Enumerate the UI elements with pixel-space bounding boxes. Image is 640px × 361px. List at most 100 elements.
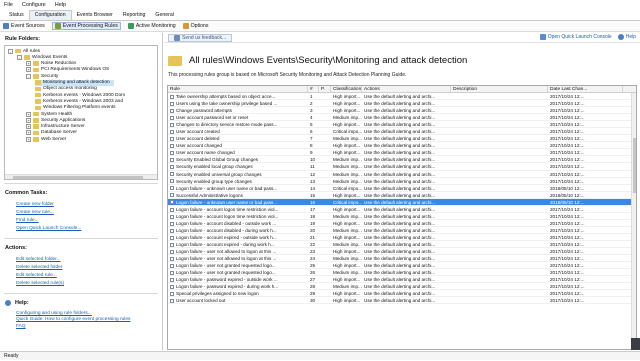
expand-icon[interactable]: + — [26, 130, 31, 136]
table-row[interactable]: Logon failure - password expired - durin… — [168, 283, 636, 291]
table-row[interactable]: Changes to directory service restore mod… — [168, 121, 636, 129]
column-header[interactable]: # — [308, 86, 319, 92]
rule-checkbox[interactable] — [170, 221, 174, 226]
find-rule-link[interactable]: Find rule... — [0, 216, 162, 224]
tab-configuration[interactable]: Configuration — [28, 10, 72, 20]
table-row[interactable]: Logon failure - password expired - outsi… — [168, 276, 636, 284]
table-row[interactable]: User account password set or reset 4 Mediu… — [168, 114, 636, 122]
rule-checkbox[interactable] — [170, 249, 174, 254]
tree-node[interactable]: + Web Server — [26, 136, 66, 142]
table-row[interactable]: Logon failure - account logon time restr… — [168, 206, 636, 213]
expand-icon[interactable]: + — [26, 61, 31, 67]
table-row[interactable]: Logon failure - account expired - during… — [168, 241, 636, 249]
rule-checkbox[interactable] — [170, 214, 174, 219]
tree-node[interactable]: + Noise Reduction — [26, 61, 76, 67]
create-rule-link[interactable]: Create new rule... — [0, 208, 162, 216]
tree-node[interactable]: + Infrastructure Server — [26, 124, 85, 130]
table-row[interactable]: Successful Administrative logons 15 High i… — [168, 192, 636, 199]
rule-checkbox[interactable] — [170, 242, 174, 247]
column-header[interactable]: Rule — [168, 86, 308, 92]
column-header[interactable]: Classification — [331, 86, 362, 92]
expand-icon[interactable]: + — [26, 117, 31, 123]
menu-help[interactable]: Help — [55, 2, 66, 8]
rule-checkbox[interactable] — [170, 151, 174, 156]
table-row[interactable]: Logon failure - unknown user name or bad… — [168, 198, 636, 206]
tree-node[interactable]: Windows Filtering Platform events — [35, 105, 116, 111]
tree-node[interactable]: + Database Server — [26, 130, 77, 136]
expand-icon[interactable]: + — [26, 67, 31, 73]
rule-checkbox[interactable] — [170, 263, 174, 268]
feedback-button[interactable]: Send us feedback... — [168, 33, 233, 42]
rule-checkbox[interactable] — [170, 165, 174, 170]
table-row[interactable]: Logon failure - user not allowed to logo… — [168, 255, 636, 263]
quick-launch-link[interactable]: Open Quick Launch Console... — [0, 224, 162, 232]
scrollbar-thumb[interactable] — [633, 138, 636, 193]
tree-node[interactable]: + System Health — [26, 111, 72, 117]
rule-checkbox[interactable] — [170, 299, 174, 304]
table-row[interactable]: Logon failure - user not granted request… — [168, 262, 636, 270]
table-row[interactable]: User account deleted 7 Medium imp... Use th… — [168, 135, 636, 143]
rule-checkbox[interactable] — [170, 270, 174, 275]
tree-node[interactable]: Kerberos events - Windows 2003 and — [35, 98, 123, 104]
table-row[interactable]: Change password attempts 3 High import... U… — [168, 107, 636, 115]
rule-checkbox[interactable] — [170, 186, 174, 191]
tree-node[interactable]: + PCI Requirements Windows OS — [26, 67, 109, 73]
table-row[interactable]: User account changed 8 High import... Use t… — [168, 142, 636, 150]
rule-checkbox[interactable] — [170, 130, 174, 135]
rule-checkbox[interactable] — [170, 292, 174, 297]
tab-events-browser[interactable]: Events Browser — [72, 11, 118, 20]
rule-checkbox[interactable] — [170, 137, 174, 142]
table-row[interactable]: Security Enabled Global Group changes 10 M… — [168, 156, 636, 164]
scrollbar-thumb[interactable] — [13, 176, 143, 179]
table-row[interactable]: User account name changed 9 High import...… — [168, 149, 636, 157]
vertical-scrollbar[interactable] — [631, 93, 636, 349]
rule-checkbox[interactable] — [170, 228, 174, 233]
quick-launch-button[interactable]: Open Quick Launch Console — [548, 34, 612, 40]
table-row[interactable]: Logon failure - user not granted request… — [168, 269, 636, 277]
collapse-icon[interactable]: - — [8, 48, 13, 54]
column-header[interactable]: Actions — [362, 86, 451, 92]
table-row[interactable]: Logon failure - account logon time restr… — [168, 213, 636, 220]
rule-checkbox[interactable] — [170, 101, 174, 106]
horizontal-scrollbar[interactable] — [5, 174, 157, 179]
tab-status[interactable]: Status — [4, 11, 29, 20]
column-header[interactable]: Date Last Chan... — [548, 86, 623, 92]
expand-icon[interactable]: + — [26, 124, 31, 130]
delete-rule-link[interactable]: Delete selected rule(s) — [0, 279, 162, 287]
tree-node[interactable]: + Security Applications — [26, 117, 85, 123]
tree-node[interactable]: - Security — [26, 73, 58, 79]
collapse-icon[interactable]: - — [17, 54, 22, 60]
rule-checkbox[interactable] — [170, 207, 174, 212]
table-row[interactable]: Take ownership attempts based on object … — [168, 93, 636, 101]
tree-node[interactable]: - Windows Events — [17, 54, 67, 60]
active-monitoring-button[interactable]: Active Monitoring — [127, 23, 176, 29]
rule-checkbox[interactable] — [170, 200, 174, 205]
rule-checkbox[interactable] — [170, 108, 174, 113]
collapse-icon[interactable]: - — [26, 73, 31, 79]
edit-folder-link[interactable]: Edit selected folder... — [0, 255, 162, 263]
table-row[interactable]: Special privileges assigned to new logon… — [168, 290, 636, 298]
column-header[interactable]: P. — [319, 86, 331, 92]
table-row[interactable]: Logon failure - unknown user name or bad… — [168, 185, 636, 192]
expand-icon[interactable]: + — [26, 111, 31, 117]
help-folders-link[interactable]: Configuring and using rule folders... — [0, 309, 162, 317]
table-row[interactable]: Logon failure - account disabled - outsi… — [168, 220, 636, 227]
tree-node[interactable]: Object access monitoring — [35, 86, 97, 92]
table-row[interactable]: Users using the take ownership privilege… — [168, 100, 636, 108]
rule-checkbox[interactable] — [170, 256, 174, 261]
delete-folder-link[interactable]: Delete selected folder — [0, 263, 162, 271]
menu-configure[interactable]: Configure — [22, 2, 46, 8]
table-row[interactable]: Logon failure - user not allowed to logo… — [168, 248, 636, 256]
rule-folder-tree[interactable]: - All rules - Windows Events + Noise Reductio… — [4, 45, 158, 180]
create-folder-link[interactable]: Create new folder — [0, 200, 162, 208]
menu-file[interactable]: File — [4, 2, 13, 8]
table-row[interactable]: Security enabled group type changes 13 Med… — [168, 178, 636, 185]
rule-checkbox[interactable] — [170, 285, 174, 290]
event-processing-rules-button[interactable]: Event Processing Rules — [51, 22, 121, 30]
tab-reporting[interactable]: Reporting — [118, 11, 151, 20]
table-row[interactable]: Security enabled universal group changes… — [168, 171, 636, 178]
rule-checkbox[interactable] — [170, 172, 174, 177]
table-row[interactable]: User account created 6 Critical impo... Use… — [168, 128, 636, 136]
rule-checkbox[interactable] — [170, 193, 174, 198]
column-header[interactable]: Description — [451, 86, 548, 92]
